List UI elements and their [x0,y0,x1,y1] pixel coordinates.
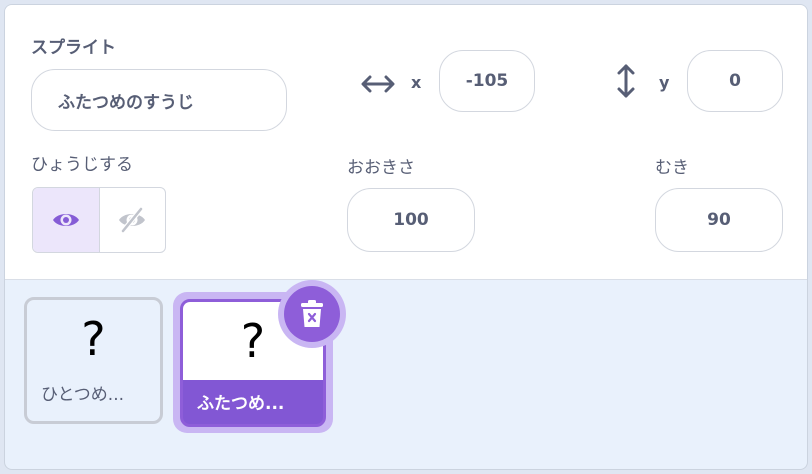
sprite-info-panel: スプライト x y ひょうじする [5,5,807,280]
y-input[interactable] [687,50,783,112]
sprite-tile-name: ひとつめ... [41,385,125,405]
sprite-name-input[interactable] [31,69,287,131]
vertical-arrow-icon [617,64,635,98]
show-label: ひょうじする [31,155,133,175]
delete-sprite-button[interactable] [284,286,340,342]
show-button[interactable] [33,188,100,252]
horizontal-arrow-icon [361,75,395,93]
hide-button[interactable] [100,188,166,252]
size-input[interactable] [347,188,475,252]
sprite-tile-1[interactable]: ? ひとつめ... [24,297,163,424]
trash-icon [301,300,323,327]
sprite-pane: スプライト x y ひょうじする [4,4,808,470]
eye-icon [52,214,79,226]
size-label: おおきさ [347,158,415,178]
sprite-label: スプライト [31,38,116,58]
sprite-thumbnail: ? [81,312,106,366]
sprite-list: ? ひとつめ... ? ふたつめ... [5,280,807,469]
direction-input[interactable] [655,188,783,252]
eye-crossed-icon [119,207,146,233]
sprite-tile-name: ふたつめ... [197,394,285,414]
visibility-toggle [32,187,166,253]
x-input[interactable] [439,50,535,112]
y-label: y [659,73,670,92]
direction-label: むき [655,158,689,178]
x-label: x [411,73,422,92]
